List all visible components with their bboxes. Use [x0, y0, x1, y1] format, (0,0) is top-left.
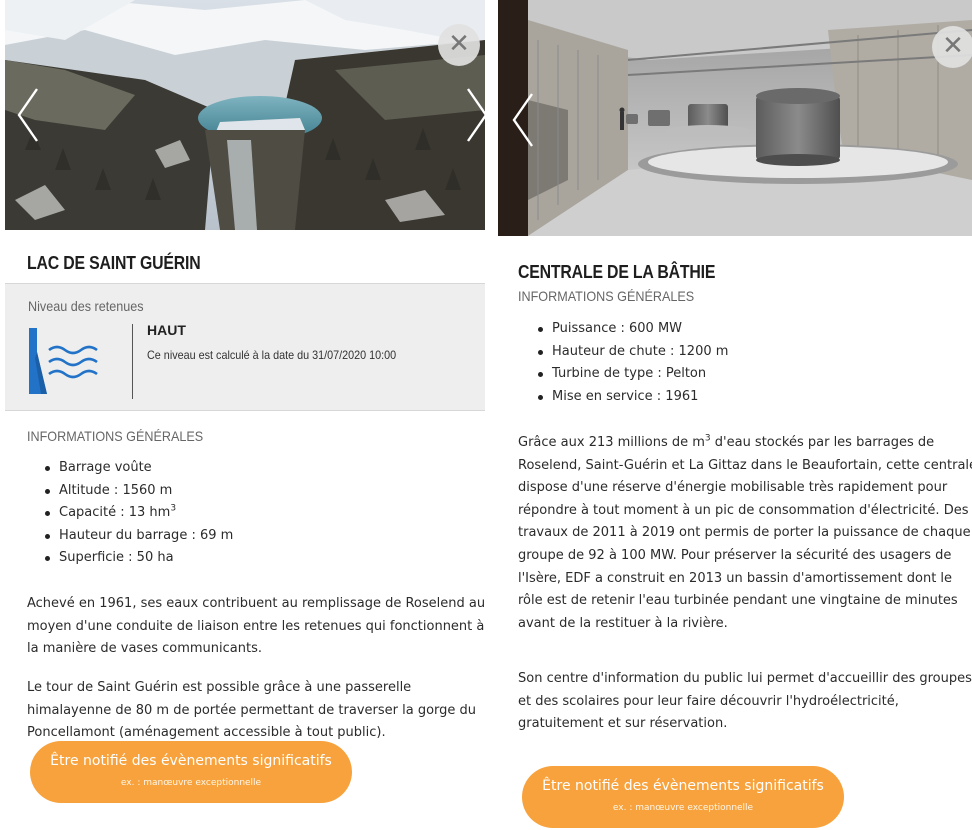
- turbine-hall-image: [498, 0, 972, 236]
- next-slide-button[interactable]: [464, 85, 485, 145]
- card-title: LAC DE SAINT GUÉRIN: [27, 253, 201, 273]
- description-line: répondre à tout moment à un pic de conso…: [518, 502, 969, 518]
- level-date-note: Ce niveau est calculé à la date du 31/07…: [147, 348, 397, 362]
- description-line: Achevé en 1961, ses eaux contribuent au …: [27, 596, 485, 611]
- fact-item: Altitude : 1560 m: [45, 480, 233, 503]
- notify-sublabel: ex. : manœuvre exceptionnelle: [120, 778, 262, 788]
- fact-item: Capacité : 13 hm3: [45, 502, 233, 525]
- notify-label: Être notifié des évènements significatif…: [542, 778, 824, 794]
- lake-photo: ✕: [5, 0, 485, 230]
- section-heading: INFORMATIONS GÉNÉRALES: [518, 288, 695, 304]
- description-line: groupe de 92 à 100 MW. Pour préserver la…: [518, 547, 952, 563]
- facts-list: Barrage voûte Altitude : 1560 m Capacité…: [45, 457, 233, 570]
- facts-list: Puissance : 600 MW Hauteur de chute : 12…: [538, 318, 728, 408]
- chevron-left-icon: [17, 88, 38, 142]
- plant-photo: ✕: [498, 0, 972, 236]
- description-line: Grâce aux 213 millions de m3 d'eau stock…: [518, 432, 972, 455]
- description-line: travaux de 2011 à 2019 ont permis de por…: [518, 525, 971, 541]
- description-line: avant de la restituer à la rivière.: [518, 615, 728, 631]
- level-label: Niveau des retenues: [28, 298, 144, 314]
- close-icon: ✕: [448, 29, 470, 59]
- power-plant-info-card: ✕ CENTRALE DE LA BÂTHIE INFORMATIONS GÉN…: [498, 0, 972, 830]
- description-paragraph: Achevé en 1961, ses eaux contribuent au …: [27, 593, 485, 661]
- chevron-right-icon: [467, 88, 485, 142]
- description-line: Roselend, Saint-Guérin et La Gittaz dans…: [518, 457, 972, 473]
- description-line: himalayenne de 80 m de portée permettant…: [27, 702, 477, 718]
- description-line: rôle est de retenir l'eau turbinée penda…: [518, 593, 958, 609]
- fact-item: Barrage voûte: [45, 457, 233, 480]
- description-line: dispose d'une réserve d'énergie mobilisa…: [518, 480, 948, 496]
- previous-slide-button[interactable]: [510, 90, 536, 150]
- level-divider: [132, 324, 133, 399]
- description-line: moyen d'une conduite de liaison entre le…: [27, 618, 485, 634]
- superscript: 3: [170, 503, 177, 514]
- previous-slide-button[interactable]: [15, 85, 41, 145]
- fact-item: Superficie : 50 ha: [45, 547, 233, 570]
- description-line: Le tour de Saint Guérin est possible grâ…: [27, 680, 412, 695]
- close-icon: ✕: [942, 31, 964, 61]
- fact-item: Puissance : 600 MW: [538, 318, 728, 341]
- chevron-left-icon: [512, 93, 533, 147]
- description-line: Son centre d'information du public lui p…: [518, 671, 972, 686]
- description-line: gratuitement et sur réservation.: [518, 716, 728, 732]
- description-paragraph: Le tour de Saint Guérin est possible grâ…: [27, 677, 476, 745]
- lake-landscape-image: [5, 0, 485, 230]
- notify-events-button[interactable]: Être notifié des évènements significatif…: [522, 766, 844, 828]
- description-line: et des scolaires pour leur faire découvr…: [518, 693, 899, 709]
- close-button[interactable]: ✕: [438, 24, 480, 66]
- water-level-high-icon: [29, 328, 98, 394]
- lake-info-card: ✕ LAC DE SAINT GUÉRIN Niveau des retenue…: [5, 0, 485, 830]
- fact-item: Mise en service : 1961: [538, 386, 728, 409]
- description-line: l'Isère, EDF a construit en 2013 un bass…: [518, 570, 953, 586]
- description-paragraph: Son centre d'information du public lui p…: [518, 668, 972, 736]
- reservoir-level-panel: Niveau des retenues HAUT Ce niveau est c…: [5, 283, 485, 411]
- capacity-text: Capacité : 13 hm: [59, 505, 171, 521]
- card-title: CENTRALE DE LA BÂTHIE: [518, 262, 716, 282]
- description-line: la manière de vases communicants.: [27, 641, 262, 657]
- fact-item: Hauteur de chute : 1200 m: [538, 341, 728, 364]
- description-paragraph: Grâce aux 213 millions de m3 d'eau stock…: [518, 432, 972, 635]
- description-text: d'eau stockés par les barrages de: [710, 435, 935, 450]
- notify-events-button[interactable]: Être notifié des évènements significatif…: [30, 741, 352, 803]
- notify-label: Être notifié des évènements significatif…: [50, 753, 332, 769]
- section-heading: INFORMATIONS GÉNÉRALES: [27, 428, 204, 444]
- notify-sublabel: ex. : manœuvre exceptionnelle: [612, 803, 754, 813]
- close-button[interactable]: ✕: [932, 26, 972, 68]
- description-text: Grâce aux 213 millions de m: [518, 435, 705, 450]
- fact-item: Turbine de type : Pelton: [538, 363, 728, 386]
- fact-item: Hauteur du barrage : 69 m: [45, 525, 233, 548]
- level-value: HAUT: [147, 322, 186, 338]
